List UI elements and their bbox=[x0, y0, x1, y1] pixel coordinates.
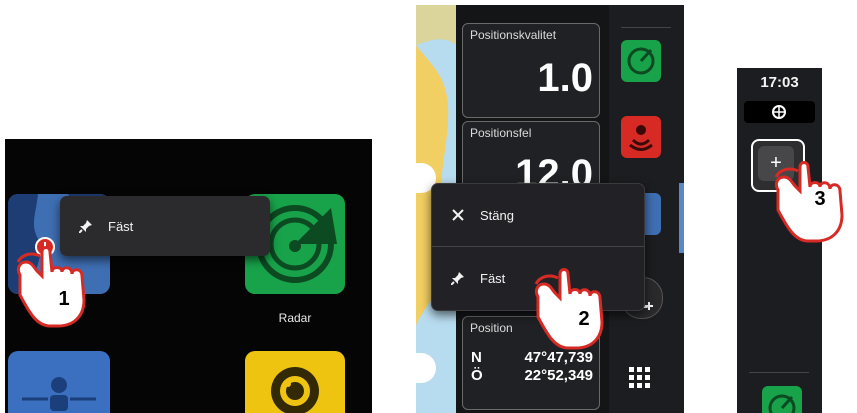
step-number-3: 3 bbox=[814, 188, 826, 210]
close-icon bbox=[450, 207, 466, 223]
radar-app-label: Radar bbox=[278, 311, 312, 325]
sidebar-divider bbox=[749, 372, 809, 373]
gps-globe-icon bbox=[772, 105, 786, 119]
radar-icon bbox=[627, 47, 655, 75]
lon-value: 22°52,349 bbox=[524, 367, 593, 384]
close-menu-item[interactable]: Stäng bbox=[432, 184, 644, 247]
card-label: Positionskvalitet bbox=[470, 28, 557, 42]
sonar-app-tile[interactable] bbox=[8, 351, 110, 413]
card-label: Positionsfel bbox=[470, 126, 532, 140]
camera-icon bbox=[271, 367, 319, 413]
pin-menu-label: Fäst bbox=[108, 218, 134, 234]
radar-icon bbox=[768, 394, 796, 413]
close-menu-label: Stäng bbox=[480, 207, 514, 223]
lat-prefix: N bbox=[471, 349, 482, 366]
card-label: Position bbox=[470, 321, 513, 335]
gps-status bbox=[744, 101, 815, 123]
sonar-icon bbox=[22, 377, 96, 411]
sidebar-radar-button[interactable] bbox=[621, 40, 661, 82]
sidebar-sonar-button[interactable] bbox=[621, 116, 661, 158]
step-number-2: 2 bbox=[578, 308, 590, 330]
sonar-icon bbox=[629, 125, 653, 151]
tap-hand-icon bbox=[16, 246, 86, 328]
sidebar-scroll-indicator[interactable] bbox=[679, 183, 684, 253]
clock: 17:03 bbox=[760, 74, 799, 91]
step-number-1: 1 bbox=[58, 288, 70, 310]
grid-icon bbox=[629, 367, 650, 388]
sidebar-divider bbox=[621, 27, 671, 28]
apps-grid-button[interactable] bbox=[629, 367, 651, 394]
sidebar-radar-button[interactable] bbox=[762, 386, 802, 413]
lon-prefix: Ö bbox=[471, 367, 483, 384]
data-card-position-quality[interactable]: Positionskvalitet 1.0 bbox=[462, 23, 600, 118]
pin-icon bbox=[450, 270, 466, 286]
pin-icon bbox=[78, 218, 94, 234]
pin-menu-label: Fäst bbox=[480, 270, 506, 286]
camera-app-tile[interactable] bbox=[245, 351, 345, 413]
card-value: 1.0 bbox=[537, 56, 593, 100]
